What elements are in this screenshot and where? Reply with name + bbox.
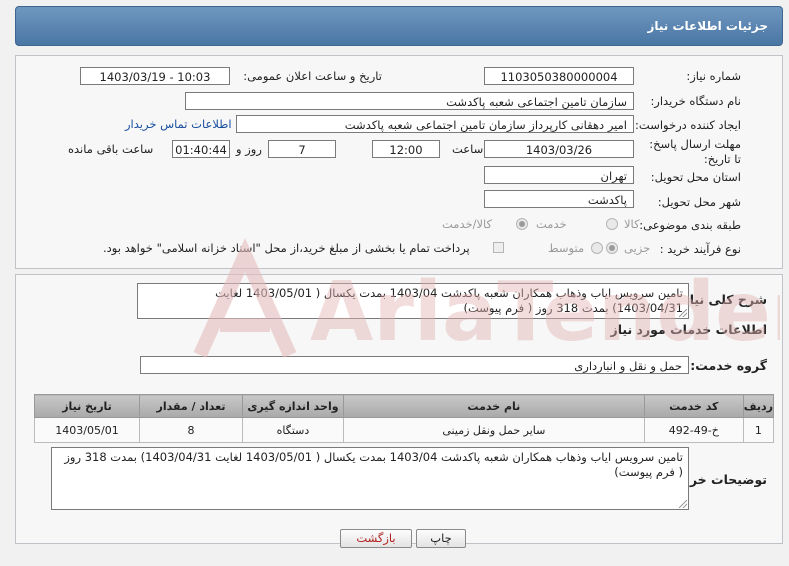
remaining-time-label: ساعت باقی مانده: [68, 142, 154, 156]
col-row-header: ردیف: [742, 394, 775, 418]
summary-text-content: تامین سرویس ایاب وذهاب همکاران شعبه پاکد…: [215, 286, 683, 315]
need-number-field: 1103050380000004: [484, 67, 634, 85]
deadline-time-label: ساعت: [452, 142, 484, 156]
cell-service-code: خ-49-492: [643, 417, 744, 443]
buyer-notes-resize-handle[interactable]: [679, 500, 687, 508]
col-date-header: تاریخ نیاز: [33, 394, 141, 418]
days-label: روز و: [236, 142, 262, 156]
buyer-org-field: سازمان تامین اجتماعی شعبه پاکدشت: [185, 92, 634, 110]
buyer-org-label: نام دستگاه خریدار:: [650, 94, 741, 108]
col-unit-header: واحد اندازه گیری: [241, 394, 344, 418]
buyer-notes-text-content: تامین سرویس ایاب وذهاب همکاران شعبه پاکد…: [64, 450, 683, 479]
category-option-service-radio[interactable]: [516, 218, 528, 230]
category-option-goods-radio[interactable]: [606, 218, 618, 230]
category-label: طبقه بندی موضوعی:: [639, 218, 741, 232]
cell-quantity: 8: [139, 417, 243, 443]
process-option-minor-label: جزیی: [624, 241, 651, 255]
treasury-payment-checkbox[interactable]: [493, 242, 504, 253]
deadline-time-field: 12:00: [372, 140, 440, 158]
process-option-minor-radio[interactable]: [606, 242, 618, 254]
back-button[interactable]: بازگشت: [340, 529, 412, 548]
deadline-label: مهلت ارسال پاسخ: تا تاریخ:: [649, 137, 741, 166]
process-option-medium-label: متوسط: [548, 241, 585, 255]
summary-label: شرح کلی نیاز:: [677, 292, 767, 307]
announce-datetime-label: تاریخ و ساعت اعلان عمومی:: [243, 69, 382, 83]
print-button[interactable]: چاپ: [416, 529, 466, 548]
deadline-date-field: 1403/03/26: [484, 140, 634, 158]
col-name-header: نام خدمت: [342, 394, 645, 418]
services-table-header: ردیف کد خدمت نام خدمت واحد اندازه گیری ت…: [33, 394, 775, 418]
process-option-medium-radio-shown[interactable]: [591, 242, 603, 254]
service-group-label: گروه خدمت:: [690, 358, 767, 373]
category-option-goods-label: کالا: [624, 217, 640, 231]
need-number-label: شماره نیاز:: [686, 69, 741, 83]
province-label: استان محل تحویل:: [650, 170, 741, 184]
services-section-title: اطلاعات خدمات مورد نیاز: [610, 322, 768, 337]
treasury-payment-note: پرداخت تمام یا بخشی از مبلغ خرید،از محل …: [103, 241, 470, 255]
remaining-days-field: 7: [268, 140, 336, 158]
remaining-time-field: 01:40:44: [172, 140, 230, 158]
category-option-both-label: کالا/خدمت: [442, 217, 493, 231]
creator-field: امیر دهقانی کارپرداز سازمان تامین اجتماع…: [236, 115, 634, 133]
col-qty-header: تعداد / مقدار: [139, 394, 243, 418]
services-table: ردیف کد خدمت نام خدمت واحد اندازه گیری ت…: [33, 394, 775, 443]
cell-service-name: سایر حمل ونقل زمینی: [342, 417, 645, 443]
cell-unit: دستگاه: [241, 417, 344, 443]
city-label: شهر محل تحویل:: [657, 195, 741, 209]
creator-label: ایجاد کننده درخواست:: [635, 118, 741, 132]
buyer-contact-link[interactable]: اطلاعات تماس خریدار: [125, 117, 232, 131]
city-field: پاکدشت: [484, 190, 634, 208]
page-title: جزئیات اطلاعات نیاز: [647, 19, 768, 33]
category-option-service-label: خدمت: [536, 217, 567, 231]
cell-row-number: 1: [742, 417, 775, 443]
buyer-notes-text: تامین سرویس ایاب وذهاب همکاران شعبه پاکد…: [51, 447, 689, 510]
table-row: 1 خ-49-492 سایر حمل ونقل زمینی دستگاه 8 …: [33, 417, 775, 443]
summary-text: تامین سرویس ایاب وذهاب همکاران شعبه پاکد…: [137, 283, 689, 319]
col-code-header: کد خدمت: [643, 394, 744, 418]
summary-resize-handle[interactable]: [679, 309, 687, 317]
process-type-label: نوع فرآیند خرید :: [659, 242, 741, 256]
cell-need-date: 1403/05/01: [33, 417, 141, 443]
service-group-field: حمل و نقل و انبارداری: [140, 356, 689, 374]
announce-datetime-field: 1403/03/19 - 10:03: [80, 67, 230, 85]
page-title-bar: جزئیات اطلاعات نیاز: [15, 6, 783, 46]
province-field: تهران: [484, 166, 634, 184]
